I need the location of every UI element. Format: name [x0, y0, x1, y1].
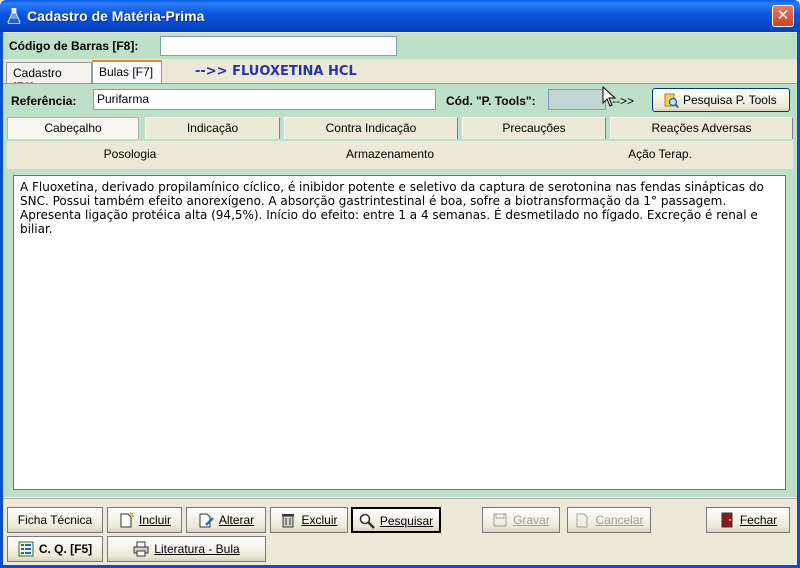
trash-icon — [282, 514, 295, 528]
tab-acao-terap[interactable]: Ação Terap. — [590, 147, 730, 161]
pesquisar-label: Pesquisar — [379, 514, 434, 528]
title-bar: Cadastro de Matéria-Prima ✕ — [0, 0, 800, 32]
gravar-label: Gravar — [513, 513, 550, 527]
literatura-bula-label: Literatura - Bula — [154, 542, 240, 556]
pesquisa-ptools-label: Pesquisa P. Tools — [683, 93, 777, 107]
alterar-label: Alterar — [218, 513, 255, 527]
tab-contra-indicacao[interactable]: Contra Indicação — [284, 117, 458, 139]
cancelar-button[interactable]: Cancelar — [567, 507, 651, 533]
flask-icon — [7, 8, 21, 24]
incluir-button[interactable]: Incluir — [107, 507, 182, 533]
mouse-cursor-icon — [602, 86, 617, 107]
tab-cabecalho[interactable]: Cabeçalho — [7, 117, 139, 139]
checklist-icon — [18, 541, 34, 557]
cq-label: C. Q. [F5] — [38, 542, 93, 556]
fechar-button[interactable]: Fechar — [706, 507, 790, 533]
barcode-row: Código de Barras [F8]: — [3, 33, 797, 59]
close-button[interactable]: ✕ — [772, 5, 794, 27]
window-title: Cadastro de Matéria-Prima — [27, 8, 205, 24]
barcode-input[interactable] — [160, 36, 397, 56]
edit-document-icon — [199, 513, 214, 528]
cod-ptools-input[interactable] — [548, 89, 606, 110]
alterar-button[interactable]: Alterar — [186, 507, 266, 533]
exit-door-icon — [721, 512, 733, 528]
tab-bulas[interactable]: Bulas [F7] — [92, 60, 162, 83]
reference-label: Referência: — [11, 94, 77, 108]
gravar-button[interactable]: Gravar — [482, 507, 560, 533]
excluir-label: Excluir — [301, 513, 338, 527]
literatura-bula-button[interactable]: Literatura - Bula — [107, 536, 266, 562]
cod-ptools-label: Cód. "P. Tools": — [446, 94, 536, 108]
bula-text-area[interactable]: A Fluoxetina, derivado propilamínico cíc… — [13, 175, 786, 490]
tab-precaucoes[interactable]: Precauções — [462, 117, 606, 139]
excluir-button[interactable]: Excluir — [270, 507, 348, 533]
cancel-document-icon — [576, 513, 588, 528]
tab-armazenamento[interactable]: Armazenamento — [320, 147, 460, 161]
incluir-label: Incluir — [138, 513, 171, 527]
barcode-label: Código de Barras [F8]: — [9, 39, 139, 53]
fechar-label: Fechar — [739, 513, 778, 527]
tab-indicacao[interactable]: Indicação — [145, 117, 280, 139]
pesquisar-button[interactable]: Pesquisar — [351, 507, 441, 533]
drug-header: -->> FLUOXETINA HCL — [195, 64, 357, 79]
tab-posologia[interactable]: Posologia — [60, 147, 200, 161]
save-icon — [493, 513, 507, 527]
tab-cadastro[interactable]: Cadastro [F6] — [6, 62, 92, 94]
printer-icon — [133, 541, 149, 557]
ficha-tecnica-label: Ficha Técnica — [17, 513, 93, 527]
cq-button[interactable]: C. Q. [F5] — [7, 536, 103, 562]
new-document-icon — [120, 512, 134, 528]
tab-reacoes-adversas[interactable]: Reações Adversas — [610, 117, 793, 139]
reference-input[interactable]: Purifarma — [93, 89, 436, 110]
magnifier-icon — [359, 513, 375, 529]
ficha-tecnica-button[interactable]: Ficha Técnica — [7, 507, 103, 533]
cancelar-label: Cancelar — [595, 513, 644, 527]
pesquisa-ptools-button[interactable]: Pesquisa P. Tools — [652, 88, 790, 112]
search-icon — [664, 93, 679, 109]
